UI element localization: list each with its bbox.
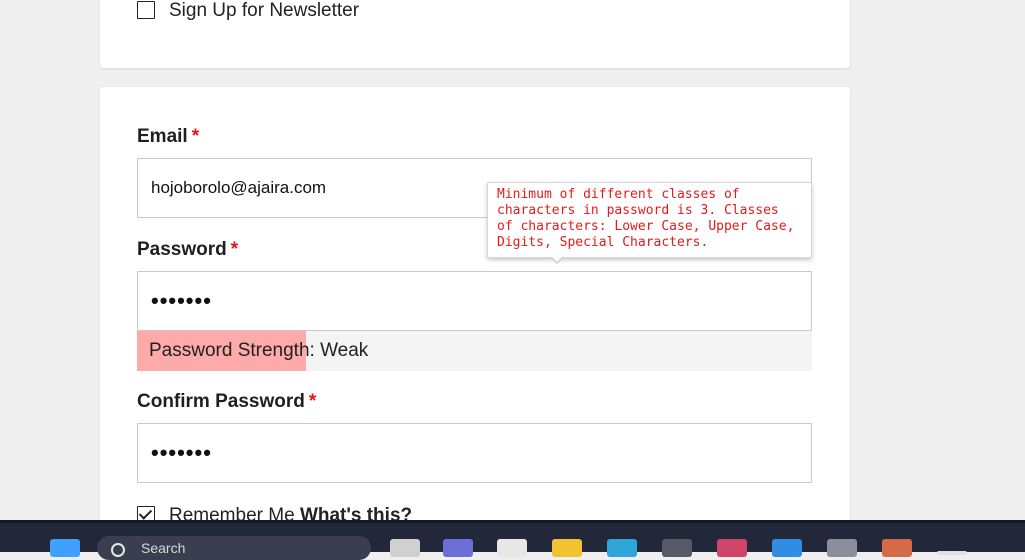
taskbar: Search <box>0 520 1025 560</box>
newsletter-label[interactable]: Sign Up for Newsletter <box>169 0 359 22</box>
required-mark: * <box>191 126 200 147</box>
password-label-text: Password <box>137 239 227 260</box>
required-mark: * <box>308 391 317 412</box>
store-icon[interactable] <box>497 539 527 557</box>
edge-icon[interactable] <box>607 539 637 557</box>
password-field[interactable]: ••••••• <box>137 271 812 331</box>
paint-icon[interactable] <box>717 539 747 557</box>
tooltip-arrow-inner <box>551 256 563 262</box>
email-label-text: Email <box>137 126 188 147</box>
tool-icon[interactable] <box>882 539 912 557</box>
taskbar-search[interactable]: Search <box>97 536 371 560</box>
newsletter-checkbox[interactable] <box>137 1 155 19</box>
file-icon[interactable] <box>390 539 420 557</box>
help-icon[interactable] <box>772 539 802 557</box>
required-mark: * <box>230 239 239 260</box>
confirm-password-label: Confirm Password * <box>137 391 316 413</box>
teams-icon[interactable] <box>443 539 473 557</box>
confirm-password-label-text: Confirm Password <box>137 391 305 412</box>
folder-icon[interactable] <box>552 539 582 557</box>
confirm-password-field[interactable]: ••••••• <box>137 423 812 483</box>
settings-icon[interactable] <box>827 539 857 557</box>
email-label: Email * <box>137 126 199 148</box>
password-rule-tooltip: Minimum of different classes of characte… <box>487 182 812 258</box>
search-icon <box>111 543 125 557</box>
password-label: Password * <box>137 239 238 261</box>
start-icon[interactable] <box>50 539 80 557</box>
password-strength-meter: Password Strength: Weak <box>137 331 812 371</box>
search-placeholder: Search <box>141 540 186 556</box>
strength-text: Password Strength: Weak <box>149 340 369 361</box>
app-icon[interactable] <box>662 539 692 557</box>
